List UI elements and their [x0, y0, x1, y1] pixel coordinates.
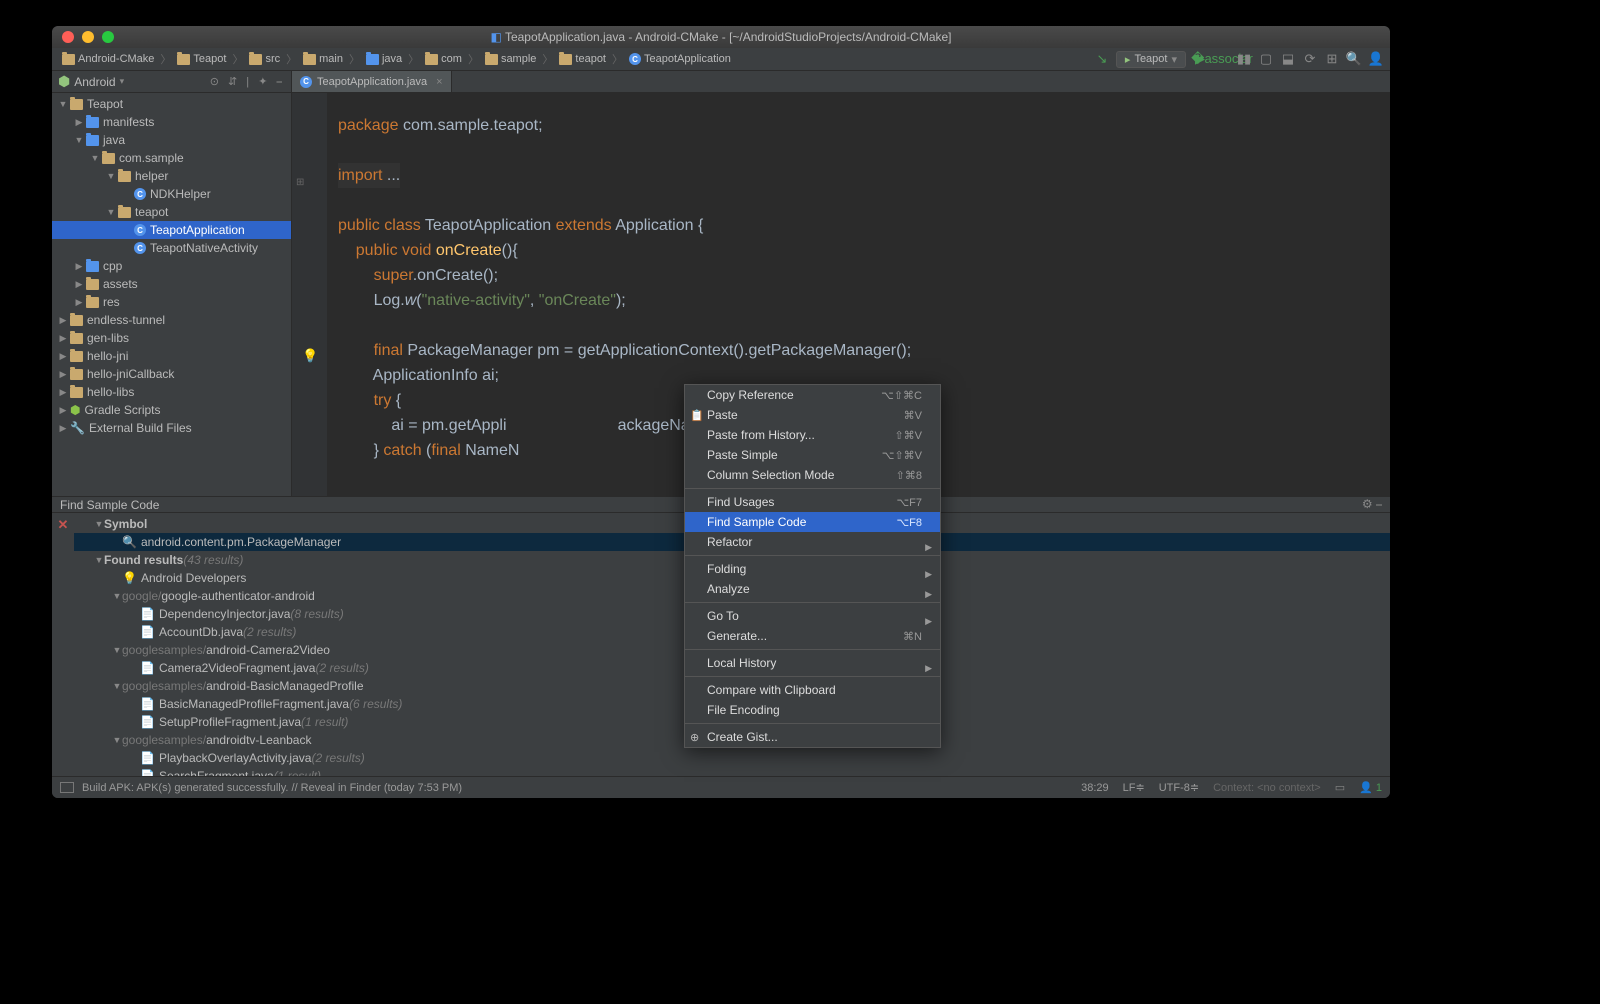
tree-item[interactable]: gen-libs — [52, 329, 291, 347]
close-tab-icon[interactable]: × — [436, 76, 442, 88]
context-menu-item[interactable]: Folding — [685, 559, 940, 579]
context-menu-item[interactable]: Local History — [685, 653, 940, 673]
tree-item[interactable]: CTeapotNativeActivity — [52, 239, 291, 257]
tree-item[interactable]: endless-tunnel — [52, 311, 291, 329]
context-menu-item[interactable]: Generate...⌘N — [685, 626, 940, 646]
debug-button[interactable]: �associar — [1214, 51, 1230, 67]
context-menu-item[interactable]: Copy Reference⌥⇧⌘C — [685, 385, 940, 405]
status-tool-window-icon[interactable] — [60, 782, 74, 793]
breadcrumb-item[interactable]: java — [362, 53, 406, 65]
project-view-tools[interactable]: ⊙ ⇵ | ✦ ⎯ — [210, 75, 285, 89]
tree-item[interactable]: cpp — [52, 257, 291, 275]
editor-tabs: C TeapotApplication.java × — [292, 71, 1390, 93]
context-menu-item[interactable]: Compare with Clipboard — [685, 680, 940, 700]
editor-tab[interactable]: C TeapotApplication.java × — [292, 71, 452, 92]
tree-item[interactable]: CTeapotApplication — [52, 221, 291, 239]
gutter[interactable]: ⊞ 💡 — [292, 93, 328, 496]
breadcrumb-item[interactable]: CTeapotApplication — [625, 53, 735, 65]
project-view-header[interactable]: ⬢ Android ▾ ⊙ ⇵ | ✦ ⎯ — [52, 71, 291, 93]
context-menu-item[interactable]: ⊕Create Gist... — [685, 727, 940, 747]
breadcrumb-item[interactable]: Teapot — [173, 53, 230, 65]
tree-item[interactable]: hello-jniCallback — [52, 365, 291, 383]
context-label[interactable]: Context: <no context> — [1213, 782, 1321, 794]
context-menu-item[interactable]: Analyze — [685, 579, 940, 599]
ide-window: ◧ TeapotApplication.java - Android-CMake… — [52, 26, 1390, 798]
context-menu-item[interactable]: Column Selection Mode⇧⌘8 — [685, 465, 940, 485]
context-menu-item[interactable]: File Encoding — [685, 700, 940, 720]
find-panel-title: Find Sample Code — [60, 498, 159, 512]
tree-item[interactable]: manifests — [52, 113, 291, 131]
breadcrumb-item[interactable]: teapot — [555, 53, 610, 65]
project-tool-window: ⬢ Android ▾ ⊙ ⇵ | ✦ ⎯ Teapotmanifestsjav… — [52, 71, 292, 496]
tree-item[interactable]: ⬢Gradle Scripts — [52, 401, 291, 419]
tree-item[interactable]: 🔧External Build Files — [52, 419, 291, 437]
file-encoding[interactable]: UTF-8≑ — [1159, 781, 1199, 794]
android-icon: ⬢ — [58, 73, 70, 90]
sync-button[interactable]: ⟳ — [1302, 51, 1318, 67]
panel-settings-icon[interactable]: ⚙ ⎯ — [1362, 497, 1382, 512]
context-menu-item[interactable]: Find Usages⌥F7 — [685, 492, 940, 512]
window-title: ◧ TeapotApplication.java - Android-CMake… — [52, 30, 1390, 44]
titlebar: ◧ TeapotApplication.java - Android-CMake… — [52, 26, 1390, 48]
layout-bounds-button[interactable]: ⊞ — [1324, 51, 1340, 67]
breadcrumb-item[interactable]: com — [421, 53, 466, 65]
tree-item[interactable]: assets — [52, 275, 291, 293]
tree-item[interactable]: helper — [52, 167, 291, 185]
navigation-bar: Android-CMake〉Teapot〉src〉main〉java〉com〉s… — [52, 48, 1390, 71]
toolbar-right: ↘ ▸Teapot▾ ▶ �associar ▮▮ ▢ ⬓ ⟳ ⊞ 🔍 👤 — [1094, 51, 1384, 68]
project-view-label: Android — [74, 75, 115, 89]
make-button[interactable]: ↘ — [1094, 51, 1110, 67]
close-panel-button[interactable]: ✕ — [52, 513, 74, 787]
line-separator[interactable]: LF≑ — [1123, 781, 1145, 794]
breadcrumb-item[interactable]: Android-CMake — [58, 53, 158, 65]
attach-debugger-button[interactable]: ▮▮ — [1236, 51, 1252, 67]
run-config-selector[interactable]: ▸Teapot▾ — [1116, 51, 1186, 68]
class-icon: C — [300, 76, 312, 88]
context-menu-item[interactable]: Refactor — [685, 532, 940, 552]
tree-item[interactable]: com.sample — [52, 149, 291, 167]
tab-label: TeapotApplication.java — [317, 76, 427, 88]
tree-item[interactable]: Teapot — [52, 95, 291, 113]
breadcrumb-item[interactable]: src — [245, 53, 284, 65]
intention-bulb-icon[interactable]: 💡 — [302, 343, 318, 368]
breadcrumb-item[interactable]: sample — [481, 53, 540, 65]
context-menu-item[interactable]: Find Sample Code⌥F8 — [685, 512, 940, 532]
context-menu-item[interactable]: Go To — [685, 606, 940, 626]
caret-position[interactable]: 38:29 — [1081, 782, 1109, 794]
context-menu-item[interactable]: Paste Simple⌥⇧⌘V — [685, 445, 940, 465]
avd-manager-button[interactable]: ▢ — [1258, 51, 1274, 67]
breadcrumb-item[interactable]: main — [299, 53, 347, 65]
sdk-manager-button[interactable]: ⬓ — [1280, 51, 1296, 67]
context-menu-item[interactable]: 📋Paste⌘V — [685, 405, 940, 425]
tree-item[interactable]: res — [52, 293, 291, 311]
avatar-icon[interactable]: 👤 — [1368, 51, 1384, 67]
fold-icon[interactable]: ⊞ — [296, 170, 304, 195]
editor-context-menu[interactable]: Copy Reference⌥⇧⌘C📋Paste⌘VPaste from His… — [684, 384, 941, 748]
tree-item[interactable]: teapot — [52, 203, 291, 221]
status-message: Build APK: APK(s) generated successfully… — [82, 782, 462, 794]
status-bar: Build APK: APK(s) generated successfully… — [52, 776, 1390, 798]
find-result-item[interactable]: 📄PlaybackOverlayActivity.java (2 results… — [74, 749, 1390, 767]
project-tree[interactable]: Teapotmanifestsjavacom.samplehelperCNDKH… — [52, 93, 291, 496]
tree-item[interactable]: java — [52, 131, 291, 149]
search-everywhere-button[interactable]: 🔍 — [1346, 51, 1362, 67]
memory-indicator[interactable]: ▭ — [1335, 781, 1345, 794]
inspection-indicator[interactable]: 👤 1 — [1359, 781, 1382, 794]
tree-item[interactable]: CNDKHelper — [52, 185, 291, 203]
context-menu-item[interactable]: Paste from History...⇧⌘V — [685, 425, 940, 445]
tree-item[interactable]: hello-libs — [52, 383, 291, 401]
tree-item[interactable]: hello-jni — [52, 347, 291, 365]
